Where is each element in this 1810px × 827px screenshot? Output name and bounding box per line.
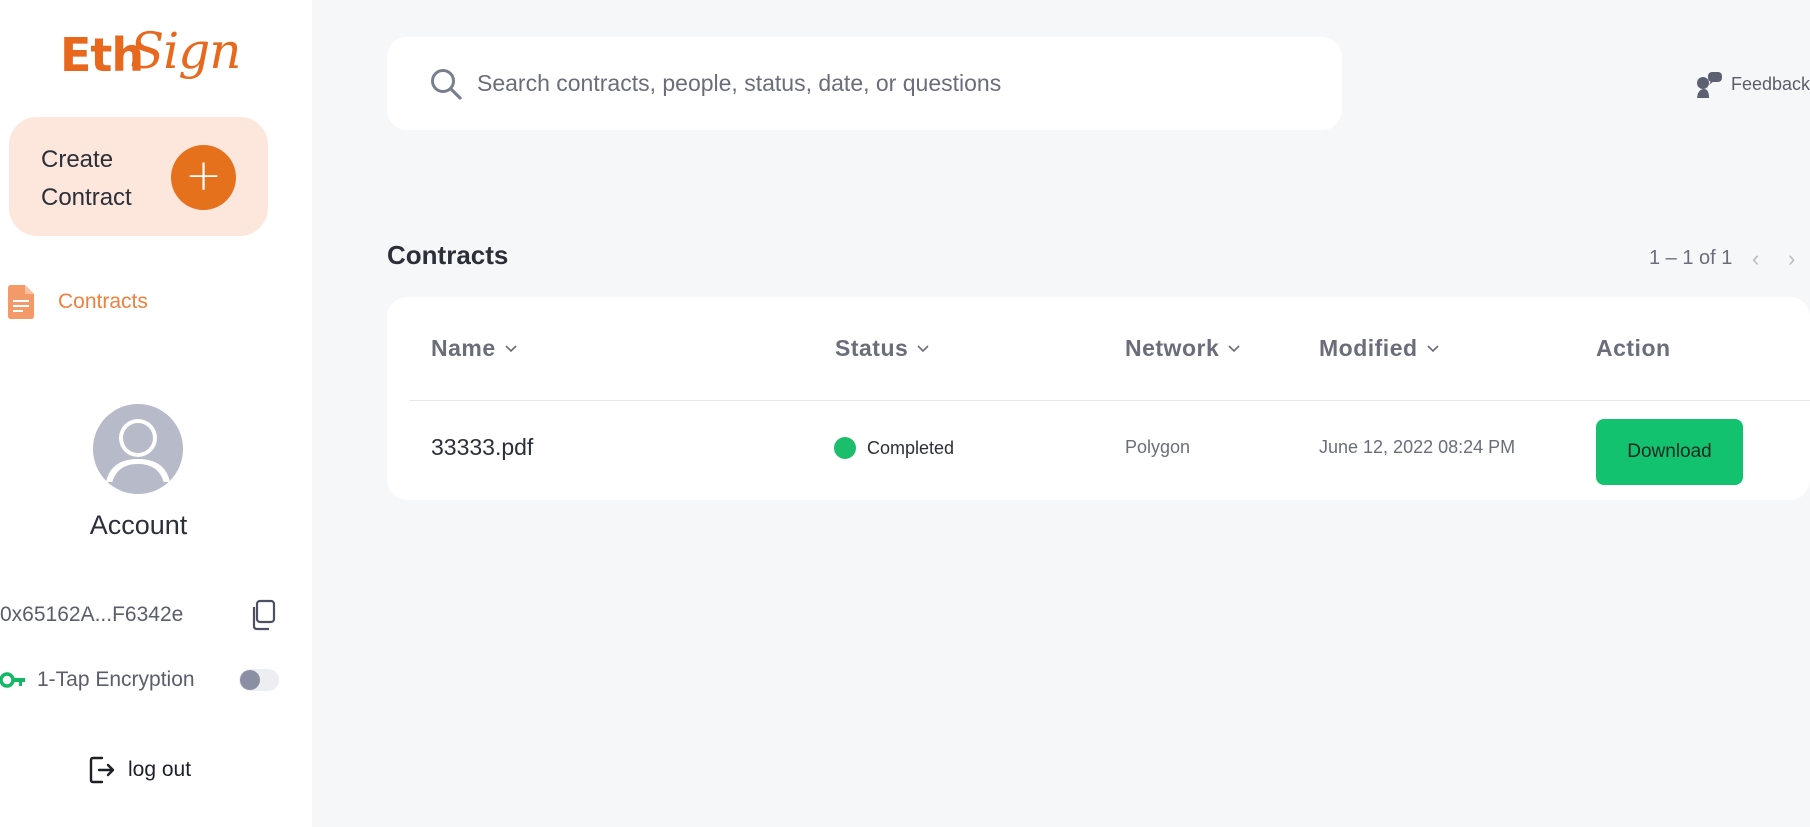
user-avatar-icon [93,404,183,494]
encryption-row: 1-Tap Encryption [0,668,195,692]
wallet-address: 0x65162A...F6342e [0,603,184,626]
chevron-down-icon [1426,344,1439,352]
column-header-label: Modified [1319,335,1418,361]
chat-bubbles-icon [1697,72,1722,98]
search-input[interactable] [477,70,1277,97]
status-dot-icon [834,437,856,459]
logout-icon [89,756,115,784]
toggle-knob [240,670,260,690]
chevron-down-icon [1228,344,1240,352]
sidebar: Eth Sign Create Contract + Contracts Acc… [0,0,312,827]
account-title: Account [89,510,188,540]
create-contract-label: Create Contract [41,146,132,211]
download-button[interactable]: Download [1596,419,1743,485]
status-badge: Completed [834,437,954,459]
chevron-left-icon[interactable]: ‹ [1752,246,1759,272]
column-header-label: Status [835,335,909,361]
copy-icon[interactable] [250,599,276,631]
search-icon [431,68,462,100]
column-header-action: Action [1596,335,1671,362]
contract-name[interactable]: 33333.pdf [431,434,533,461]
column-header-status[interactable]: Status [835,335,929,362]
logo-sign-text: Sign [130,22,241,80]
network-cell: Polygon [1125,437,1191,457]
column-header-network[interactable]: Network [1125,335,1240,362]
chevron-down-icon [917,344,929,352]
logout-button[interactable]: log out [88,755,191,785]
document-icon [8,285,34,319]
plus-icon: + [185,150,222,201]
search-bar [387,37,1342,130]
feedback-label: Feedback [1731,73,1810,94]
contracts-table: Name Status Network Modified Action 3333… [387,297,1810,500]
column-header-label: Action [1596,335,1671,361]
table-divider [409,400,1810,401]
sidebar-item-contracts[interactable]: Contracts [8,284,148,320]
key-icon [0,672,25,688]
column-header-name[interactable]: Name [431,335,517,362]
modified-cell: June 12, 2022 08:24 PM [1319,437,1516,457]
pagination-range: 1 – 1 of 1 [1649,247,1733,269]
page-title: Contracts [387,240,509,270]
column-header-modified[interactable]: Modified [1319,335,1439,362]
chevron-down-icon [505,344,517,352]
encryption-label: 1-Tap Encryption [37,668,195,691]
column-header-label: Network [1125,335,1220,361]
logout-label: log out [128,758,192,781]
column-header-label: Name [431,335,496,361]
chevron-right-icon[interactable]: › [1788,246,1795,272]
feedback-button[interactable]: Feedback [1695,70,1810,98]
status-text: Completed [867,437,955,458]
create-contract-button[interactable]: + [171,145,236,210]
sidebar-item-label: Contracts [58,290,148,313]
encryption-toggle[interactable] [239,669,279,691]
ethsign-logo[interactable]: Eth Sign [58,20,241,90]
create-contract-card[interactable]: Create Contract + [9,117,268,236]
